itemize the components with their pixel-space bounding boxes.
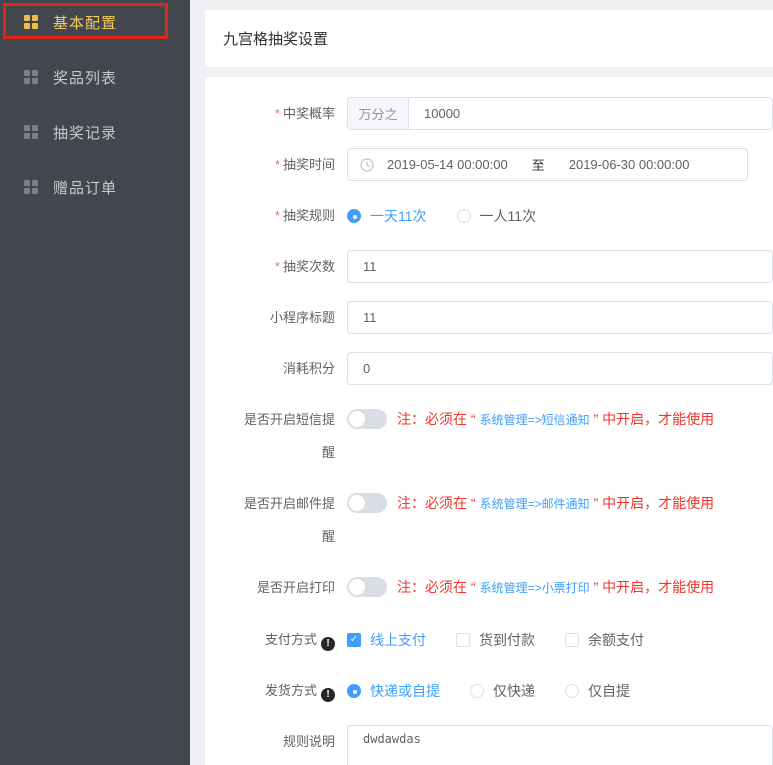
points-input[interactable]: 0 bbox=[347, 352, 773, 385]
radio-icon bbox=[347, 209, 361, 223]
required-asterisk: * bbox=[275, 259, 280, 274]
probability-label: *中奖概率 bbox=[205, 97, 347, 130]
title-card: 九宫格抽奖设置 bbox=[205, 10, 773, 67]
mini-title-value: 11 bbox=[348, 310, 377, 325]
form-row-draw-rule: *抽奖规则 一天11次 一人11次 bbox=[205, 199, 773, 232]
sidebar-item-label: 抽奖记录 bbox=[53, 122, 117, 143]
end-date-value: 2019-06-30 00:00:00 bbox=[569, 157, 690, 172]
probability-input[interactable]: 万分之 10000 bbox=[347, 97, 773, 130]
form-row-rules-desc: 规则说明 dwdawdas bbox=[205, 725, 773, 765]
delivery-info-icon[interactable]: ! bbox=[321, 688, 335, 702]
form-row-sms-toggle: 是否开启短信提醒 注：必须在 “系统管理=>短信通知” 中开启，才能使用 bbox=[205, 403, 773, 469]
print-toggle[interactable] bbox=[347, 577, 387, 597]
mini-title-label: 小程序标题 bbox=[205, 301, 347, 334]
required-asterisk: * bbox=[275, 157, 280, 172]
checkbox-icon: ✓ bbox=[347, 633, 361, 647]
draw-rule-label: *抽奖规则 bbox=[205, 199, 347, 232]
points-label: 消耗积分 bbox=[205, 352, 347, 385]
checkbox-icon: ✓ bbox=[456, 633, 470, 647]
print-label: 是否开启打印 bbox=[205, 571, 347, 605]
start-date-value: 2019-05-14 00:00:00 bbox=[387, 157, 508, 172]
sms-label: 是否开启短信提醒 bbox=[205, 403, 347, 469]
sidebar-item-gift-orders[interactable]: 赠品订单 bbox=[0, 167, 190, 207]
points-value: 0 bbox=[348, 361, 370, 376]
draw-count-label: *抽奖次数 bbox=[205, 250, 347, 283]
email-note: 注：必须在 “系统管理=>邮件通知” 中开启，才能使用 bbox=[397, 487, 714, 521]
payment-info-icon[interactable]: ! bbox=[321, 637, 335, 651]
payment-label: 支付方式! bbox=[205, 623, 347, 656]
radio-icon bbox=[565, 684, 579, 698]
radio-icon bbox=[457, 209, 471, 223]
checkbox-balance-pay[interactable]: ✓ 余额支付 bbox=[565, 630, 644, 650]
form-row-payment: 支付方式! ✓ 线上支付 ✓ 货到付款 ✓ 余额支付 bbox=[205, 623, 773, 656]
checkbox-icon: ✓ bbox=[565, 633, 579, 647]
sidebar-item-basic-config[interactable]: 基本配置 bbox=[0, 2, 190, 42]
required-asterisk: * bbox=[275, 106, 280, 121]
print-note: 注：必须在 “系统管理=>小票打印” 中开启，才能使用 bbox=[397, 571, 714, 605]
settings-form: *中奖概率 万分之 10000 *抽奖时间 2019-05-14 00:00:0… bbox=[205, 77, 773, 765]
draw-time-label: *抽奖时间 bbox=[205, 148, 347, 181]
grid-icon bbox=[24, 180, 39, 195]
radio-rule-per-person[interactable]: 一人11次 bbox=[457, 206, 537, 226]
rules-desc-value: dwdawdas bbox=[363, 732, 757, 746]
print-settings-link[interactable]: 系统管理=>小票打印 bbox=[480, 581, 590, 595]
main-content: 九宫格抽奖设置 *中奖概率 万分之 10000 *抽奖时间 201 bbox=[190, 0, 773, 765]
required-asterisk: * bbox=[275, 208, 280, 223]
form-row-mini-title: 小程序标题 11 bbox=[205, 301, 773, 334]
email-toggle[interactable] bbox=[347, 493, 387, 513]
delivery-label: 发货方式! bbox=[205, 674, 347, 707]
checkbox-online-pay[interactable]: ✓ 线上支付 bbox=[347, 630, 426, 650]
sms-note: 注：必须在 “系统管理=>短信通知” 中开启，才能使用 bbox=[397, 403, 714, 437]
page-title: 九宫格抽奖设置 bbox=[223, 28, 328, 49]
draw-count-value: 11 bbox=[348, 259, 377, 274]
draw-count-input[interactable]: 11 bbox=[347, 250, 773, 283]
rules-desc-label: 规则说明 bbox=[205, 725, 347, 765]
mini-title-input[interactable]: 11 bbox=[347, 301, 773, 334]
sidebar-item-label: 奖品列表 bbox=[53, 67, 117, 88]
sidebar-item-label: 赠品订单 bbox=[53, 177, 117, 198]
form-row-email-toggle: 是否开启邮件提醒 注：必须在 “系统管理=>邮件通知” 中开启，才能使用 bbox=[205, 487, 773, 553]
radio-icon bbox=[470, 684, 484, 698]
form-row-draw-count: *抽奖次数 11 bbox=[205, 250, 773, 283]
radio-pickup-only[interactable]: 仅自提 bbox=[565, 681, 630, 701]
form-row-print-toggle: 是否开启打印 注：必须在 “系统管理=>小票打印” 中开启，才能使用 bbox=[205, 571, 773, 605]
radio-icon bbox=[347, 684, 361, 698]
date-range-picker[interactable]: 2019-05-14 00:00:00 至 2019-06-30 00:00:0… bbox=[347, 148, 748, 181]
radio-express-or-pickup[interactable]: 快递或自提 bbox=[347, 681, 440, 701]
date-range-separator: 至 bbox=[532, 155, 545, 174]
clock-icon bbox=[360, 158, 374, 172]
form-row-points: 消耗积分 0 bbox=[205, 352, 773, 385]
grid-icon bbox=[24, 70, 39, 85]
rules-desc-textarea[interactable]: dwdawdas bbox=[347, 725, 773, 765]
form-row-probability: *中奖概率 万分之 10000 bbox=[205, 97, 773, 130]
radio-rule-per-day[interactable]: 一天11次 bbox=[347, 206, 427, 226]
sidebar-item-prize-list[interactable]: 奖品列表 bbox=[0, 57, 190, 97]
probability-prepend: 万分之 bbox=[348, 98, 409, 129]
grid-icon bbox=[24, 15, 39, 30]
form-row-delivery: 发货方式! 快递或自提 仅快递 仅自提 bbox=[205, 674, 773, 707]
form-row-draw-time: *抽奖时间 2019-05-14 00:00:00 至 2019-06-30 0… bbox=[205, 148, 773, 181]
sidebar-item-label: 基本配置 bbox=[53, 12, 117, 33]
sidebar-item-draw-records[interactable]: 抽奖记录 bbox=[0, 112, 190, 152]
sms-settings-link[interactable]: 系统管理=>短信通知 bbox=[480, 413, 590, 427]
radio-express-only[interactable]: 仅快递 bbox=[470, 681, 535, 701]
probability-value: 10000 bbox=[409, 106, 460, 121]
email-label: 是否开启邮件提醒 bbox=[205, 487, 347, 553]
email-settings-link[interactable]: 系统管理=>邮件通知 bbox=[480, 497, 590, 511]
sms-toggle[interactable] bbox=[347, 409, 387, 429]
sidebar: 基本配置 奖品列表 抽奖记录 赠品订单 bbox=[0, 0, 190, 765]
grid-icon bbox=[24, 125, 39, 140]
checkbox-cod[interactable]: ✓ 货到付款 bbox=[456, 630, 535, 650]
